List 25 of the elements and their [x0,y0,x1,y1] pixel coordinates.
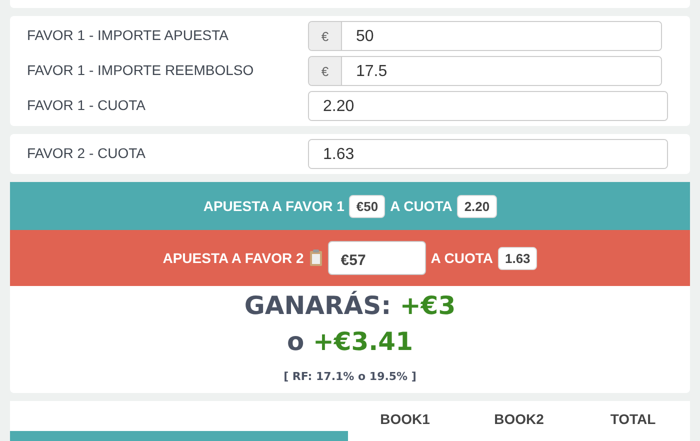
alt-profit-text: o +€3.41 [287,326,413,358]
amount-chip: €50 [349,194,386,218]
currency-addon: € [309,22,342,50]
field-label: FAVOR 1 - IMPORTE APUESTA [26,26,230,43]
odds-label: A CUOTA [390,198,452,214]
field-label: FAVOR 2 - CUOTA [26,144,146,161]
input-field[interactable]: € 50 [308,21,662,51]
input-field[interactable]: 2.20 [308,91,668,121]
input-field[interactable]: € 17.5 [308,56,662,86]
amount-field[interactable]: €57 [328,241,426,275]
field-label: FAVOR 1 - CUOTA [26,96,146,113]
column-header: BOOK1 [379,410,431,429]
odds-chip: 2.20 [457,194,497,218]
odds-label: A CUOTA [430,250,493,266]
odds-chip: 1.63 [498,246,538,270]
rf-text: [ RF: 17.1% o 19.5% ] [284,370,416,383]
bet-label: APUESTA A FAVOR 2 [162,250,304,266]
column-header: TOTAL [609,410,657,429]
profit-text: GANARÁS: +€3 [244,290,456,322]
field-label: FAVOR 1 - IMPORTE REEMBOLSO [26,61,255,78]
bet-label: APUESTA A FAVOR 1 [203,198,344,214]
currency-addon: € [309,57,342,85]
column-header: BOOK2 [493,410,545,429]
input-field[interactable]: 1.63 [308,139,668,169]
clipboard-icon [308,249,323,267]
